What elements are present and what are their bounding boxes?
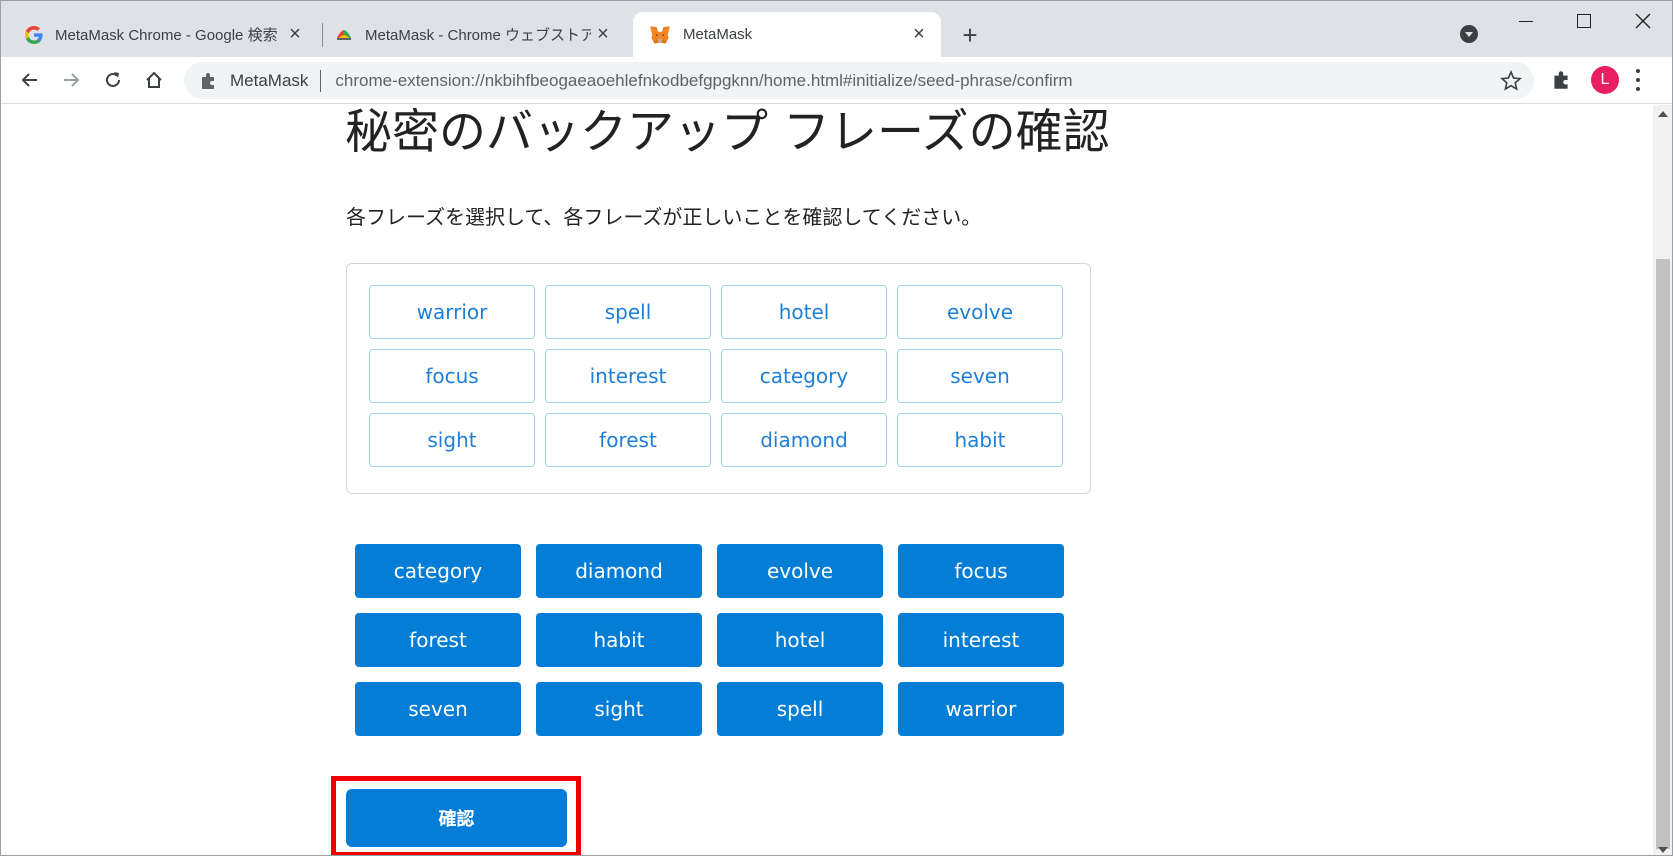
word-button[interactable]: focus	[898, 544, 1064, 598]
scroll-down-icon[interactable]	[1658, 847, 1668, 853]
bookmark-star-icon[interactable]	[1500, 70, 1522, 92]
maximize-icon	[1577, 14, 1591, 28]
selected-word[interactable]: forest	[545, 413, 711, 467]
profile-avatar[interactable]: L	[1591, 66, 1619, 94]
reload-button[interactable]	[98, 65, 128, 95]
scroll-up-icon[interactable]	[1658, 111, 1668, 117]
google-icon	[25, 25, 43, 44]
minimize-icon	[1519, 20, 1533, 22]
home-icon	[146, 71, 162, 88]
tab-title: MetaMask	[683, 26, 753, 43]
confirm-button[interactable]: 確認	[346, 789, 567, 847]
selected-word[interactable]: diamond	[721, 413, 887, 467]
site-name: MetaMask	[230, 70, 309, 90]
selected-word[interactable]: focus	[369, 349, 535, 403]
forward-button[interactable]	[56, 65, 86, 95]
page-content: 秘密のバックアップ フレーズの確認 各フレーズを選択して、各フレーズが正しいこと…	[1, 105, 1653, 855]
forward-arrow-icon	[64, 73, 80, 87]
word-button[interactable]: seven	[355, 682, 521, 736]
browser-window: MetaMask Chrome - Google 検索 × MetaMask -…	[0, 0, 1673, 856]
back-button[interactable]	[15, 65, 45, 95]
word-button[interactable]: spell	[717, 682, 883, 736]
selected-word[interactable]: spell	[545, 285, 711, 339]
url-text[interactable]: chrome-extension://nkbihfbeogaeaoehlefnk…	[335, 71, 1072, 91]
word-button[interactable]: diamond	[536, 544, 702, 598]
close-tab-icon[interactable]: ×	[907, 23, 931, 47]
extensions-icon[interactable]	[1550, 69, 1572, 91]
tab-title: MetaMask Chrome - Google 検索	[55, 27, 278, 44]
more-menu-icon[interactable]	[1635, 69, 1641, 91]
close-tab-icon[interactable]: ×	[591, 23, 615, 47]
word-button[interactable]: interest	[898, 613, 1064, 667]
extension-puzzle-icon	[202, 72, 214, 89]
selected-word[interactable]: sight	[369, 413, 535, 467]
selected-word[interactable]: category	[721, 349, 887, 403]
tab-title: MetaMask - Chrome ウェブストア	[365, 27, 591, 44]
word-button[interactable]: category	[355, 544, 521, 598]
tab-google-search[interactable]: MetaMask Chrome - Google 検索 ×	[9, 12, 317, 57]
selected-word[interactable]: interest	[545, 349, 711, 403]
selected-word[interactable]: warrior	[369, 285, 535, 339]
close-window-button[interactable]	[1623, 9, 1663, 33]
reload-icon	[106, 72, 120, 87]
maximize-button[interactable]	[1564, 9, 1604, 33]
selected-word[interactable]: hotel	[721, 285, 887, 339]
back-arrow-icon	[21, 73, 37, 87]
scroll-thumb[interactable]	[1656, 259, 1670, 849]
address-bar[interactable]: MetaMask chrome-extension://nkbihfbeogae…	[184, 62, 1534, 99]
close-tab-icon[interactable]: ×	[283, 23, 307, 47]
page-scrollbar[interactable]	[1653, 105, 1672, 855]
home-button[interactable]	[139, 65, 169, 95]
word-button[interactable]: evolve	[717, 544, 883, 598]
page-description: 各フレーズを選択して、各フレーズが正しいことを確認してください。	[346, 205, 982, 229]
close-icon	[1635, 13, 1651, 29]
tab-search-icon[interactable]	[1460, 25, 1478, 43]
metamask-fox-icon	[650, 25, 670, 44]
selected-phrase-box: warrior spell hotel evolve focus interes…	[346, 263, 1091, 494]
page-title: 秘密のバックアップ フレーズの確認	[345, 105, 1110, 160]
selected-word[interactable]: seven	[897, 349, 1063, 403]
tab-metamask[interactable]: MetaMask ×	[633, 12, 941, 57]
word-button[interactable]: hotel	[717, 613, 883, 667]
browser-toolbar: MetaMask chrome-extension://nkbihfbeogae…	[1, 57, 1672, 104]
selected-word[interactable]: habit	[897, 413, 1063, 467]
address-divider	[320, 69, 322, 92]
word-button[interactable]: warrior	[898, 682, 1064, 736]
new-tab-button[interactable]: +	[956, 20, 984, 50]
chrome-web-store-icon	[337, 29, 351, 40]
selected-word[interactable]: evolve	[897, 285, 1063, 339]
word-button[interactable]: sight	[536, 682, 702, 736]
word-button[interactable]: habit	[536, 613, 702, 667]
tab-chrome-web-store[interactable]: MetaMask - Chrome ウェブストア ×	[319, 12, 625, 57]
word-button[interactable]: forest	[355, 613, 521, 667]
tab-strip: MetaMask Chrome - Google 検索 × MetaMask -…	[1, 1, 1672, 57]
minimize-button[interactable]	[1506, 9, 1546, 33]
